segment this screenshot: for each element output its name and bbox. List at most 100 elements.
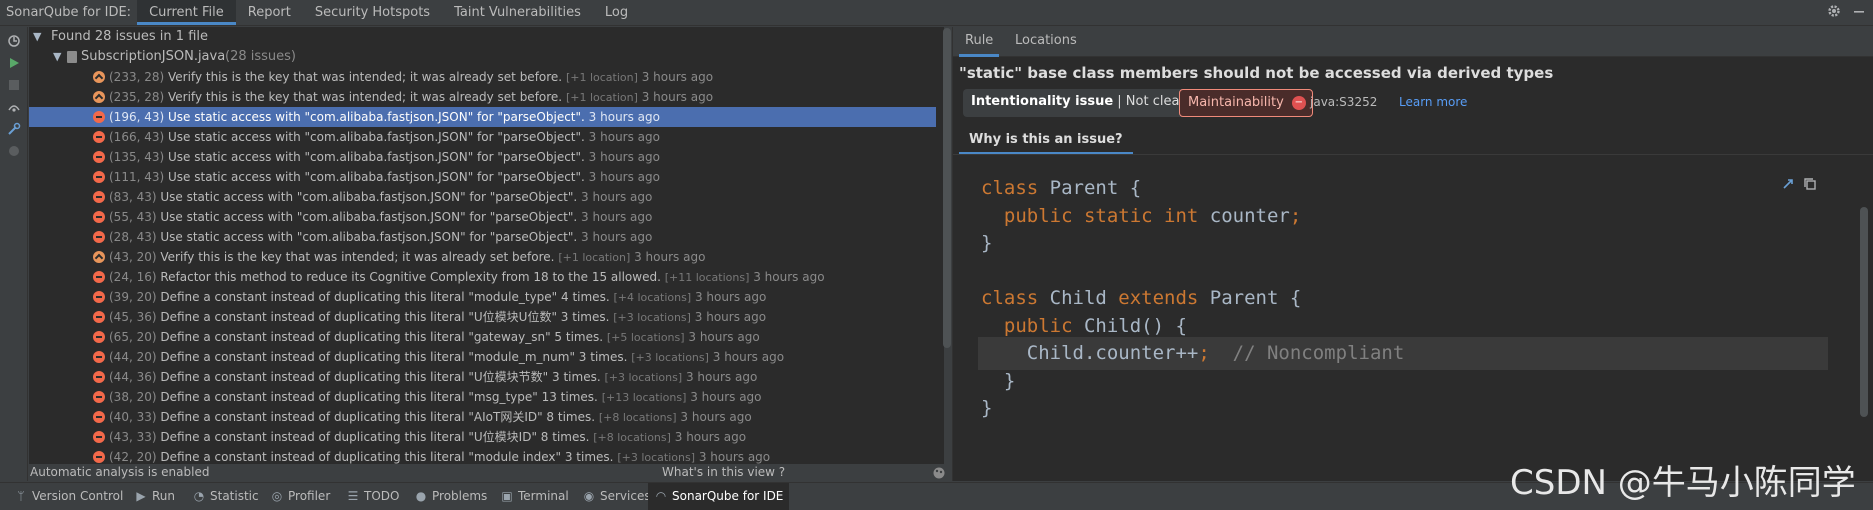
bottom-tab-profiler[interactable]: ◎ Profiler xyxy=(264,483,336,510)
tab-rule[interactable]: Rule xyxy=(959,27,1000,57)
issue-row[interactable]: (235, 28) Verify this is the key that wa… xyxy=(29,87,936,107)
issue-row[interactable]: (28, 43) Use static access with "com.ali… xyxy=(29,227,936,247)
issue-text: (44, 36) Define a constant instead of du… xyxy=(109,367,757,388)
severity-critical-icon xyxy=(93,451,105,463)
code-token: class xyxy=(981,287,1039,309)
action-toolstrip xyxy=(0,27,28,481)
tab-security-hotspots[interactable]: Security Hotspots xyxy=(303,0,442,25)
bottom-tab-problems[interactable]: ● Problems xyxy=(408,483,493,510)
issue-age: 3 hours ago xyxy=(641,70,714,84)
chevron-down-icon[interactable]: ▼ xyxy=(53,47,61,67)
tab-taint-vulnerabilities[interactable]: Taint Vulnerabilities xyxy=(442,0,593,25)
severity-critical-icon: − xyxy=(1291,96,1306,110)
issue-row[interactable]: (111, 43) Use static access with "com.al… xyxy=(29,167,936,187)
issue-age: 3 hours ago xyxy=(641,90,714,104)
severity-critical-icon xyxy=(93,191,105,203)
stop-icon[interactable] xyxy=(6,77,22,93)
issue-text: (45, 36) Define a constant instead of du… xyxy=(109,307,766,328)
issue-position: (24, 16) xyxy=(109,270,157,284)
issue-row[interactable]: (38, 20) Define a constant instead of du… xyxy=(29,387,936,407)
issue-age: 3 hours ago xyxy=(588,130,660,144)
bottom-tab-todo[interactable]: ☰ TODO xyxy=(340,483,405,510)
refresh-analysis-icon[interactable] xyxy=(6,33,22,49)
issue-row[interactable]: (44, 36) Define a constant instead of du… xyxy=(29,367,936,387)
expand-icon[interactable] xyxy=(1781,177,1795,195)
network-icon[interactable] xyxy=(6,99,22,115)
copy-icon[interactable] xyxy=(1803,177,1817,195)
tree-summary-node[interactable]: ▼ Found 28 issues in 1 file xyxy=(29,27,936,47)
issue-row[interactable]: (65, 20) Define a constant instead of du… xyxy=(29,327,936,347)
issue-row[interactable]: (83, 43) Use static access with "com.ali… xyxy=(29,187,936,207)
tab-current-file[interactable]: Current File xyxy=(137,0,236,25)
minimize-icon[interactable] xyxy=(1853,5,1865,21)
sonarqube-tool-window: SonarQube for IDE: Current File Report S… xyxy=(0,0,1873,510)
severity-critical-icon xyxy=(93,171,105,183)
issue-age: 3 hours ago xyxy=(698,450,771,464)
code-token: Child xyxy=(1038,287,1119,309)
divider xyxy=(953,154,1873,155)
issue-position: (28, 43) xyxy=(109,230,157,244)
issue-row[interactable]: (42, 20) Define a constant instead of du… xyxy=(29,447,936,464)
chevron-down-icon[interactable]: ▼ xyxy=(33,27,41,47)
bottom-tab-statistic[interactable]: ◔ Statistic xyxy=(186,483,265,510)
issue-age: 3 hours ago xyxy=(588,110,660,124)
issue-row[interactable]: (24, 16) Refactor this method to reduce … xyxy=(29,267,936,287)
terminal-icon: ▣ xyxy=(501,489,513,503)
bottom-tab-services[interactable]: ◉ Services xyxy=(576,483,657,510)
bottom-tab-terminal[interactable]: ▣ Terminal xyxy=(494,483,575,510)
issue-locations: [+8 locations] xyxy=(593,431,671,444)
run-analysis-icon[interactable] xyxy=(6,55,22,71)
issue-message: Define a constant instead of duplicating… xyxy=(160,370,601,384)
watermark: CSDN @牛马小陈同学 xyxy=(1510,463,1856,503)
severity-major-icon xyxy=(93,251,105,263)
issue-position: (45, 36) xyxy=(109,310,157,324)
issue-position: (233, 28) xyxy=(109,70,165,84)
tree-file-node[interactable]: ▼ SubscriptionJSON.java (28 issues) xyxy=(29,47,936,67)
issue-text: (135, 43) Use static access with "com.al… xyxy=(109,147,660,167)
issue-age: 3 hours ago xyxy=(634,250,706,264)
issue-position: (55, 43) xyxy=(109,210,157,224)
bottom-tab-version-control[interactable]: ᛘ Version Control xyxy=(8,483,129,510)
gear-icon[interactable] xyxy=(1827,4,1841,22)
tab-locations[interactable]: Locations xyxy=(1009,27,1083,57)
issue-row[interactable]: (43, 33) Define a constant instead of du… xyxy=(29,427,936,447)
issue-text: (233, 28) Verify this is the key that wa… xyxy=(109,67,713,88)
issue-row[interactable]: (44, 20) Define a constant instead of du… xyxy=(29,347,936,367)
tree-scrollbar[interactable] xyxy=(943,28,951,348)
issue-row[interactable]: (39, 20) Define a constant instead of du… xyxy=(29,287,936,307)
tab-report[interactable]: Report xyxy=(236,0,303,25)
bottom-tab-run[interactable]: ▶ Run xyxy=(128,483,181,510)
issue-message: Define a constant instead of duplicating… xyxy=(160,350,628,364)
info-icon[interactable] xyxy=(6,143,22,159)
settings-tools-icon[interactable] xyxy=(6,121,22,137)
issue-message: Define a constant instead of duplicating… xyxy=(160,430,590,444)
services-icon: ◉ xyxy=(583,489,595,503)
issue-text: (28, 43) Use static access with "com.ali… xyxy=(109,227,652,247)
issue-row[interactable]: (45, 36) Define a constant instead of du… xyxy=(29,307,936,327)
rule-scrollbar[interactable] xyxy=(1860,207,1868,417)
issue-row[interactable]: (135, 43) Use static access with "com.al… xyxy=(29,147,936,167)
issue-message: Define a constant instead of duplicating… xyxy=(160,390,598,404)
issue-row[interactable]: (43, 20) Verify this is the key that was… xyxy=(29,247,936,267)
code-example[interactable]: class Parent { public static int counter… xyxy=(978,172,1828,472)
issue-row[interactable]: (233, 28) Verify this is the key that wa… xyxy=(29,67,936,87)
attribute-value: | Not clear xyxy=(1113,94,1185,109)
bottom-tab-sonarqube[interactable]: ◠ SonarQube for IDE xyxy=(648,483,790,510)
issue-text: (235, 28) Verify this is the key that wa… xyxy=(109,87,713,108)
learn-more-link[interactable]: Learn more xyxy=(1399,95,1467,109)
severity-critical-icon xyxy=(93,131,105,143)
severity-critical-icon xyxy=(93,431,105,443)
issue-message: Define a constant instead of duplicating… xyxy=(160,310,610,324)
tab-log[interactable]: Log xyxy=(593,0,640,25)
bottom-tab-label: Terminal xyxy=(518,489,569,503)
tab-why-is-this-an-issue[interactable]: Why is this an issue? xyxy=(959,125,1133,155)
bottom-tab-label: Problems xyxy=(432,489,488,503)
whats-in-this-view-link[interactable]: What's in this view ? xyxy=(662,464,785,481)
issue-row[interactable]: (40, 33) Define a constant instead of du… xyxy=(29,407,936,427)
code-token: Child.counter++ xyxy=(981,342,1199,364)
issue-row[interactable]: (166, 43) Use static access with "com.al… xyxy=(29,127,936,147)
issue-row[interactable]: (196, 43) Use static access with "com.al… xyxy=(29,107,936,127)
issue-row[interactable]: (55, 43) Use static access with "com.ali… xyxy=(29,207,936,227)
issue-message: Verify this is the key that was intended… xyxy=(160,250,555,264)
